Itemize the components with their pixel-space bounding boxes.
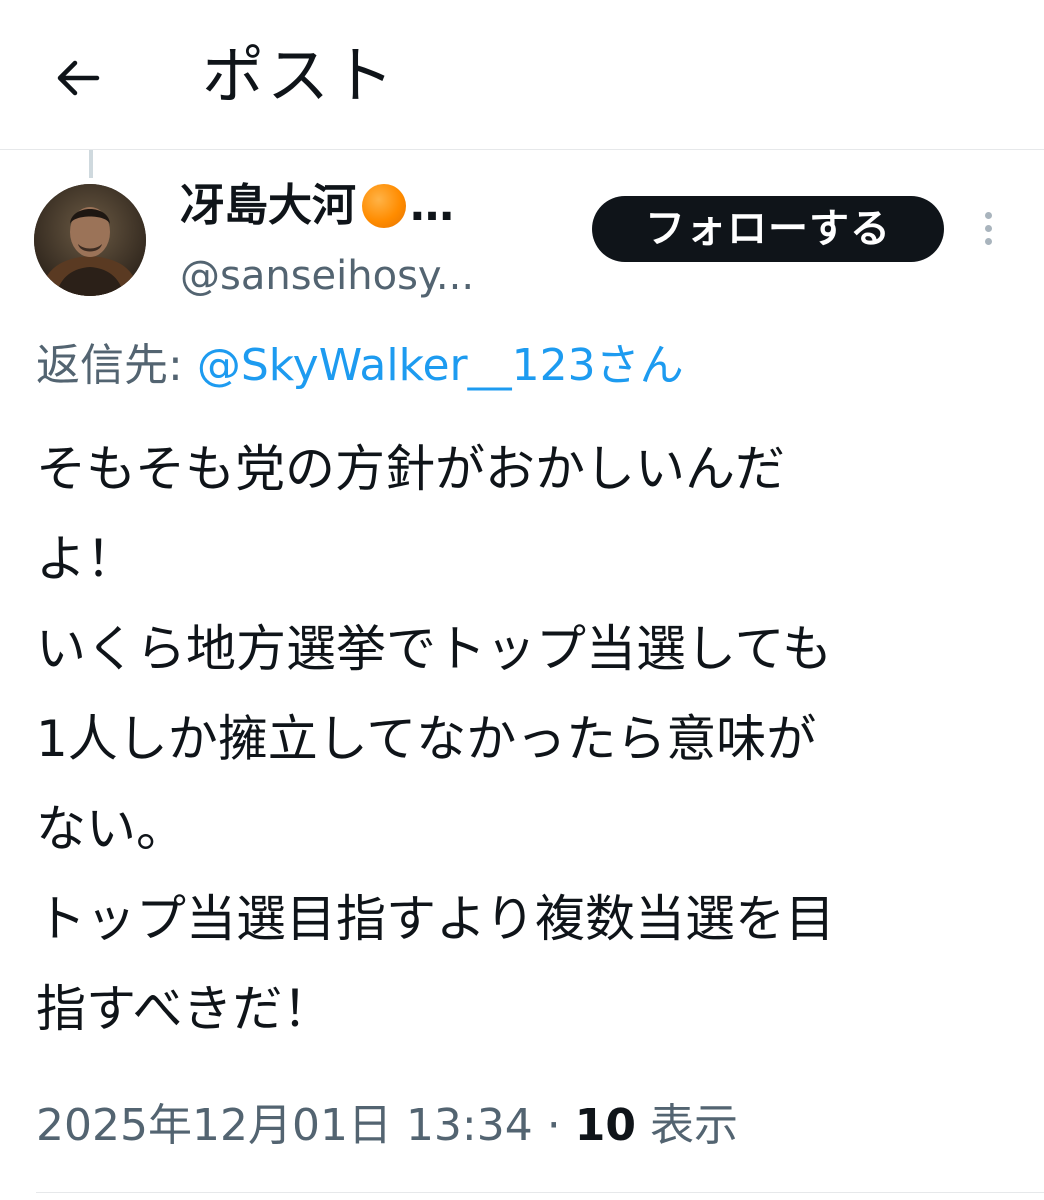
avatar[interactable] xyxy=(34,184,146,296)
views-label: 表示 xyxy=(635,1100,738,1151)
post-text-line: トップ当選目指すより複数当選を目 xyxy=(36,890,835,948)
top-bar: ポスト xyxy=(0,0,1044,150)
post-text-line: いくら地方選挙でトップ当選しても xyxy=(36,620,832,678)
page-title: ポスト xyxy=(202,39,398,112)
meta-separator: · xyxy=(532,1100,575,1151)
post-timestamp[interactable]: 2025年12月01日 13:34 xyxy=(36,1100,533,1151)
reply-to-mention-link[interactable]: @SkyWalker__123さん xyxy=(197,340,684,391)
post-meta: 2025年12月01日 13:34 · 10 表示 xyxy=(36,1096,738,1156)
more-vertical-icon xyxy=(984,224,992,232)
post-text-line: よ！ xyxy=(36,530,136,588)
divider xyxy=(36,1192,1044,1193)
more-options-button[interactable] xyxy=(970,200,1006,256)
views-count: 10 xyxy=(574,1100,636,1151)
author-name-row[interactable]: 冴島大河 … xyxy=(180,176,454,236)
follow-button[interactable]: フォローする xyxy=(592,196,944,262)
name-truncation: … xyxy=(410,180,454,231)
more-vertical-icon xyxy=(984,211,992,219)
more-vertical-icon xyxy=(984,237,992,245)
orange-circle-icon xyxy=(362,184,406,228)
post-text-line: そもそも党の方針がおかしいんだ xyxy=(36,440,785,498)
post-text-line: ない。 xyxy=(36,800,186,858)
post-text-line: 指すべきだ！ xyxy=(36,980,333,1038)
arrow-left-icon xyxy=(57,60,100,96)
thread-connector-line xyxy=(89,150,93,178)
post-text-line: 1人しか擁立してなかったら意味が xyxy=(36,710,817,768)
author-name: 冴島大河 xyxy=(180,180,356,231)
post-text: そもそも党の方針がおかしいんだ よ！ いくら地方選挙でトップ当選しても 1人しか… xyxy=(36,424,1016,1054)
reply-to-prefix: 返信先: xyxy=(36,340,197,391)
avatar-photo xyxy=(34,184,146,296)
author-handle[interactable]: @sanseihosy... xyxy=(180,248,474,304)
back-button[interactable] xyxy=(40,40,116,116)
reply-to-line: 返信先: @SkyWalker__123さん xyxy=(36,336,684,396)
